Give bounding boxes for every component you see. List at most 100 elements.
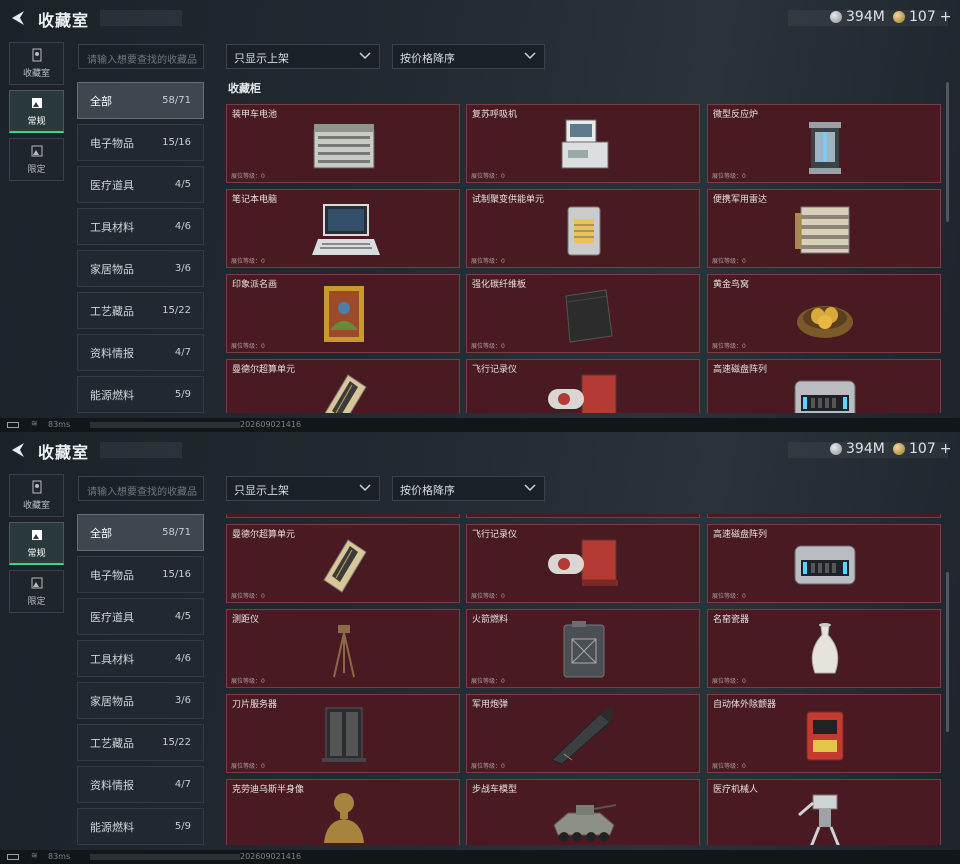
- radar-icon: [795, 206, 850, 254]
- category-1[interactable]: 电子物品 15/16: [77, 556, 204, 593]
- defibrillator-icon: [806, 711, 844, 761]
- category-7[interactable]: 能源燃料 5/9: [77, 808, 204, 845]
- collection-card[interactable]: 飞行记录仪展位等级：0: [466, 359, 700, 413]
- collection-card[interactable]: 自动体外除颤器 展位等级：0: [707, 694, 941, 773]
- blade-server-icon: [322, 707, 366, 762]
- category-count: 58/71: [162, 95, 191, 106]
- collection-card[interactable]: 装甲车电池 展位等级：0: [226, 104, 460, 183]
- item-name: 黄金鸟窝: [713, 280, 750, 290]
- category-1[interactable]: 电子物品 15/16: [77, 124, 204, 161]
- category-6[interactable]: 资料情报 4/7: [77, 766, 204, 803]
- category-6[interactable]: 资料情报 4/7: [77, 334, 204, 371]
- fuel-can-icon: [563, 621, 605, 678]
- session-id: 202609021416: [240, 420, 302, 429]
- gold-add-button[interactable]: +: [940, 441, 952, 457]
- session-id: 202609021416: [240, 852, 302, 861]
- collection-card[interactable]: 强化碳纤维板 展位等级：0: [466, 274, 700, 353]
- collection-card[interactable]: 展位等级：0: [226, 514, 460, 518]
- gold-currency[interactable]: 107 +: [893, 9, 951, 25]
- collection-card[interactable]: 军用炮弹 展位等级：0: [466, 694, 700, 773]
- sort-dropdown[interactable]: 按价格降序: [392, 44, 545, 69]
- category-0[interactable]: 全部 58/71: [77, 82, 204, 119]
- category-count: 5/9: [174, 389, 191, 400]
- sort-label: 按价格降序: [400, 52, 455, 65]
- category-4[interactable]: 家居物品 3/6: [77, 682, 204, 719]
- compute-unit-icon: [323, 539, 367, 593]
- ifv-model-icon: [553, 804, 617, 842]
- collection-card[interactable]: 克劳迪乌斯半身像展位等级：0: [226, 779, 460, 845]
- category-3[interactable]: 工具材料 4/6: [77, 640, 204, 677]
- collection-card[interactable]: 微型反应炉 展位等级：0: [707, 104, 941, 183]
- collection-card[interactable]: 高速磁盘阵列展位等级：0: [707, 359, 941, 413]
- category-count: 4/6: [174, 653, 191, 664]
- booth-level: 展位等级：0: [471, 593, 505, 600]
- category-3[interactable]: 工具材料 4/6: [77, 208, 204, 245]
- cabinet-label: 收藏柜: [228, 82, 261, 95]
- category-count: 15/22: [162, 737, 191, 748]
- booth-level: 展位等级：0: [471, 343, 505, 350]
- category-7[interactable]: 能源燃料 5/9: [77, 376, 204, 413]
- search-input[interactable]: 请输入想要查找的收藏品: [78, 44, 204, 69]
- collection-card[interactable]: 医疗机械人展位等级：0: [707, 779, 941, 845]
- collection-card[interactable]: 印象派名画 展位等级：0: [226, 274, 460, 353]
- category-0[interactable]: 全部 58/71: [77, 514, 204, 551]
- chevron-down-icon: [524, 484, 536, 492]
- item-name: 飞行记录仪: [472, 530, 518, 540]
- collection-card[interactable]: 曼德尔超算单元展位等级：0: [226, 524, 460, 603]
- category-2[interactable]: 医疗道具 4/5: [77, 166, 204, 203]
- gold-currency[interactable]: 107 +: [893, 441, 951, 457]
- category-5[interactable]: 工艺藏品 15/22: [77, 724, 204, 761]
- compute-unit-icon: [324, 374, 367, 413]
- gold-amount: 107: [909, 441, 936, 457]
- tab-regular[interactable]: 常规: [9, 522, 64, 565]
- disk-array-icon: [794, 545, 856, 585]
- search-input[interactable]: 请输入想要查找的收藏品: [78, 476, 204, 501]
- item-name: 试制聚变供能单元: [472, 195, 545, 205]
- ping-readout: 83ms: [48, 420, 71, 429]
- collection-card[interactable]: 黄金鸟窝 展位等级：0: [707, 274, 941, 353]
- collection-card[interactable]: 试制聚变供能单元 展位等级：0: [466, 189, 700, 268]
- tab-regular[interactable]: 常规: [9, 90, 64, 133]
- collection-card[interactable]: 飞行记录仪展位等级：0: [466, 524, 700, 603]
- collection-card[interactable]: 火箭燃料 展位等级：0: [466, 609, 700, 688]
- collection-card[interactable]: 测距仪 展位等级：0: [226, 609, 460, 688]
- booth-level: 展位等级：0: [231, 678, 265, 685]
- sort-dropdown[interactable]: 按价格降序: [392, 476, 545, 501]
- shelf-filter-dropdown[interactable]: 只显示上架: [226, 44, 380, 69]
- shelf-filter-label: 只显示上架: [234, 484, 289, 497]
- category-name: 工具材料: [90, 652, 134, 666]
- tab-limited[interactable]: 限定: [9, 138, 64, 181]
- collection-card[interactable]: 曼德尔超算单元展位等级：0: [226, 359, 460, 413]
- tab-limited[interactable]: 限定: [9, 570, 64, 613]
- collection-card[interactable]: 展位等级：0: [707, 514, 941, 518]
- category-5[interactable]: 工艺藏品 15/22: [77, 292, 204, 329]
- grid-scrollbar[interactable]: [946, 82, 949, 222]
- collection-card[interactable]: 名窑瓷器 展位等级：0: [707, 609, 941, 688]
- category-count: 4/6: [174, 221, 191, 232]
- collection-card[interactable]: 高速磁盘阵列展位等级：0: [707, 524, 941, 603]
- shelf-filter-dropdown[interactable]: 只显示上架: [226, 476, 380, 501]
- collection-card[interactable]: 笔记本电脑 展位等级：0: [226, 189, 460, 268]
- category-name: 资料情报: [90, 346, 134, 360]
- category-4[interactable]: 家居物品 3/6: [77, 250, 204, 287]
- reactor-icon: [809, 122, 841, 174]
- back-button[interactable]: [9, 440, 29, 460]
- tab-collection-room[interactable]: 收藏室: [9, 474, 64, 517]
- collection-card[interactable]: 便携军用雷达 展位等级：0: [707, 189, 941, 268]
- battery-icon: [7, 422, 19, 428]
- category-name: 家居物品: [90, 262, 134, 276]
- grid-scrollbar[interactable]: [946, 572, 949, 732]
- collection-card[interactable]: 展位等级：0: [466, 514, 700, 518]
- category-2[interactable]: 医疗道具 4/5: [77, 598, 204, 635]
- chevron-down-icon: [359, 484, 371, 492]
- gold-add-button[interactable]: +: [940, 9, 952, 25]
- booth-level: 展位等级：0: [712, 514, 746, 515]
- back-button[interactable]: [9, 8, 29, 28]
- tab-collection-room[interactable]: 收藏室: [9, 42, 64, 85]
- collection-card[interactable]: 步战车模型展位等级：0: [466, 779, 700, 845]
- image-outline-icon: [31, 577, 42, 589]
- category-name: 家居物品: [90, 694, 134, 708]
- category-count: 15/22: [162, 305, 191, 316]
- collection-card[interactable]: 刀片服务器 展位等级：0: [226, 694, 460, 773]
- collection-card[interactable]: 复苏呼吸机 展位等级：0: [466, 104, 700, 183]
